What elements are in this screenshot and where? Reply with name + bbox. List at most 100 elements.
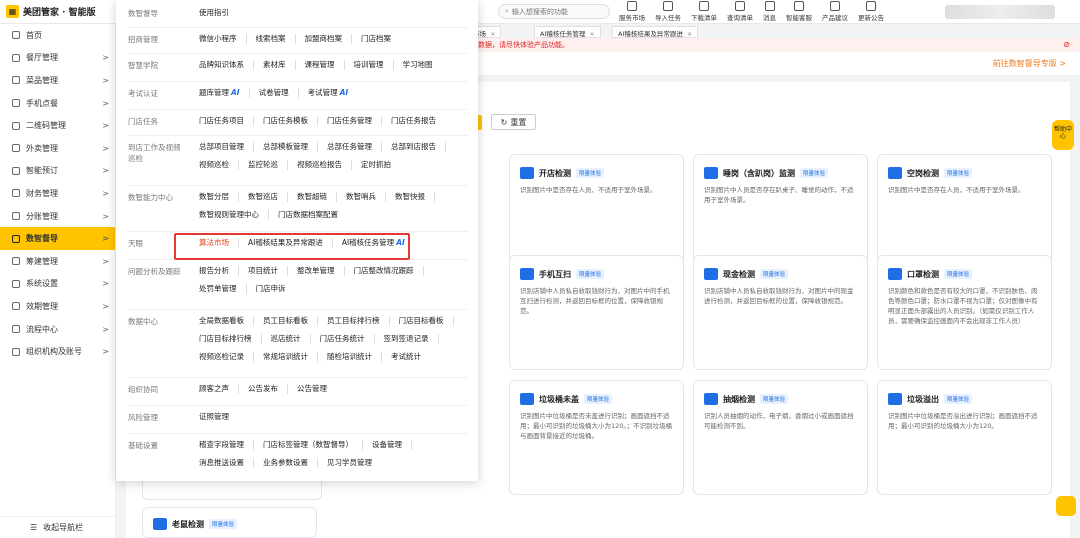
menu-link[interactable]: 门店目标排行榜 (190, 334, 262, 344)
menu-link[interactable]: 视频巡检记录 (190, 352, 254, 362)
menu-link[interactable]: 稽查字段管理 (190, 440, 254, 450)
sidebar-item[interactable]: 二维码管理 > (0, 114, 115, 137)
menu-link[interactable]: 学习地图 (394, 60, 442, 70)
reset-button[interactable]: ↻ 重置 (491, 114, 536, 130)
algorithm-card[interactable]: 空岗检测 限量体验 识别图片中是否存在人员，不适用于室外场景。 (877, 154, 1052, 269)
algorithm-card[interactable]: 口罩检测 限量体验 识别颜色和款色是否有较大的口罩，不识别肤色、肉色等颜色口罩；防水… (877, 255, 1052, 370)
menu-link[interactable]: 门店整改情况跟踪 (345, 266, 424, 276)
search-input[interactable] (511, 7, 602, 16)
menu-link[interactable]: 顾客之声 (190, 384, 239, 394)
menu-link[interactable]: 门店数据档案配置 (269, 210, 347, 220)
menu-link[interactable]: 数智快报 (386, 192, 435, 202)
sidebar-item[interactable]: 菜品管理 > (0, 69, 115, 92)
menu-link[interactable]: 素材库 (254, 60, 296, 70)
menu-link[interactable]: 试卷管理 (250, 88, 299, 98)
close-notice-icon[interactable]: ⊘ (1063, 40, 1070, 49)
menu-link[interactable]: 总部项目管理 (190, 142, 254, 152)
algorithm-card[interactable]: 现金检测 限量体验 识别店铺中人员私自收取钱财行为，对图片中的现金进行检测，并返回目… (693, 255, 868, 370)
menu-link[interactable]: 签到签退记录 (375, 334, 439, 344)
user-info-blurred[interactable] (945, 5, 1055, 19)
tab-ai-audit-task[interactable]: AI稽核任务管理 × (534, 26, 601, 38)
menu-link[interactable]: 定时抓拍 (352, 160, 400, 170)
menu-link[interactable]: 加盟商档案 (296, 34, 352, 44)
menu-link[interactable]: 报告分析 (190, 266, 239, 276)
algorithm-card[interactable]: 手机互扫 限量体验 识别店铺中人员私自收取钱财行为，对图片中的手机互扫进行检测，并返… (509, 255, 684, 370)
algorithm-card[interactable]: 抽烟检测 限量体验 识别人员抽烟的动作，电子烟，香烟过小或画面遮挡可能检测不到。 (693, 380, 868, 495)
tab-ai-audit-result[interactable]: AI稽核结果及异常跟进 × (612, 26, 699, 38)
sidebar-item[interactable]: 筹建管理 > (0, 250, 115, 273)
menu-link[interactable]: 业务参数设置 (254, 458, 318, 468)
sidebar-item[interactable]: 外卖管理 > (0, 137, 115, 160)
menu-link[interactable]: 数智哨兵 (337, 192, 386, 202)
sidebar-item[interactable]: 手机点餐 > (0, 92, 115, 115)
menu-link[interactable]: 微信小程序 (190, 34, 247, 44)
help-center-button[interactable]: 帮助中心 (1052, 120, 1074, 150)
search-box[interactable]: ⌕ (498, 4, 610, 19)
menu-link[interactable]: 品牌知识体系 (190, 60, 254, 70)
toolbar-headset-button[interactable]: 智能客服 (781, 1, 817, 22)
toolbar-import-button[interactable]: 导入任务 (650, 1, 686, 22)
sidebar-item[interactable]: 餐厅管理 > (0, 47, 115, 70)
menu-link[interactable]: 整改单管理 (288, 266, 345, 276)
menu-link[interactable]: 门店任务模板 (254, 116, 318, 126)
sidebar-item[interactable]: 首页 (0, 24, 115, 47)
toolbar-store-button[interactable]: 服务市场 (614, 1, 650, 22)
close-icon[interactable]: × (589, 30, 594, 38)
toolbar-bell-button[interactable]: 消息 (758, 1, 781, 22)
menu-link[interactable]: 培训管理 (345, 60, 394, 70)
menu-link[interactable]: 门店任务报告 (382, 116, 445, 126)
sidebar-item[interactable]: 智能预订 > (0, 160, 115, 183)
toolbar-feedback-button[interactable]: 产品建议 (817, 1, 853, 22)
sidebar-item[interactable]: 财务管理 > (0, 182, 115, 205)
menu-link[interactable]: 总部到店报告 (382, 142, 446, 152)
menu-link[interactable]: 视频巡检 (190, 160, 239, 170)
toolbar-download-button[interactable]: 下载清单 (686, 1, 722, 22)
menu-link[interactable]: 数智分层 (190, 192, 239, 202)
sidebar-item[interactable]: 数智督导 > (0, 227, 115, 250)
menu-link[interactable]: 公告管理 (288, 384, 336, 394)
menu-link[interactable]: 门店任务统计 (311, 334, 375, 344)
menu-link[interactable]: 门店申诉 (247, 284, 295, 294)
menu-link[interactable]: 门店档案 (352, 34, 400, 44)
menu-link[interactable]: 全局数据看板 (190, 316, 254, 326)
menu-link[interactable]: 处罚单管理 (190, 284, 247, 294)
app-brand[interactable]: ▦ 美团管家 · 智能版 (6, 5, 96, 18)
close-icon[interactable]: × (687, 30, 692, 38)
menu-link[interactable]: 巡店统计 (262, 334, 311, 344)
menu-link[interactable]: 常规培训统计 (254, 352, 318, 362)
menu-link[interactable]: 视频巡检报告 (288, 160, 352, 170)
menu-link[interactable]: 考试统计 (382, 352, 430, 362)
menu-link[interactable]: 线索档案 (247, 34, 296, 44)
sidebar-item[interactable]: 系统设置 > (0, 273, 115, 296)
menu-link[interactable]: 公告发布 (239, 384, 288, 394)
menu-link[interactable]: 设备管理 (363, 440, 412, 450)
menu-link[interactable]: 门店目标看板 (390, 316, 454, 326)
card-rodent-detection[interactable]: 老鼠检测 限量体验 (142, 507, 317, 538)
menu-link[interactable]: 门店任务管理 (318, 116, 382, 126)
menu-link[interactable]: 使用指引 (190, 8, 238, 18)
toolbar-announcement-button[interactable]: 更新公告 (853, 1, 889, 22)
close-icon[interactable]: × (490, 30, 495, 38)
algorithm-card[interactable]: 开店检测 限量体验 识别图片中是否存在人员、不适用于室外场景。 (509, 154, 684, 269)
menu-link[interactable]: 门店标签管理（数智督导） (254, 440, 363, 450)
goto-supervision-link[interactable]: 前往数智督导专版 > (993, 58, 1066, 69)
sidebar-item[interactable]: 分账管理 > (0, 205, 115, 228)
menu-link[interactable]: 门店任务项目 (190, 116, 254, 126)
menu-link[interactable]: 总部任务管理 (318, 142, 382, 152)
menu-link[interactable]: 总部模板管理 (254, 142, 318, 152)
menu-link[interactable]: 员工目标排行榜 (318, 316, 390, 326)
toolbar-list-button[interactable]: 查询清单 (722, 1, 758, 22)
menu-link[interactable]: 数智巡店 (239, 192, 288, 202)
menu-link[interactable]: 数智超链 (288, 192, 337, 202)
sidebar-item[interactable]: 效期管理 > (0, 295, 115, 318)
menu-link[interactable]: 项目统计 (239, 266, 288, 276)
algorithm-card[interactable]: 睡岗（含趴岗）监测 限量体验 识别图片中人员是否存在趴桌子、睡觉的动作，不适用于室外… (693, 154, 868, 269)
menu-link[interactable]: 员工目标看板 (254, 316, 318, 326)
menu-link[interactable]: 题库管理 AI (190, 88, 250, 98)
menu-link[interactable]: 数智规则管理中心 (190, 210, 269, 220)
algorithm-card[interactable]: 垃圾桶未盖 限量体验 识别图片中垃圾桶是否未盖进行识别；画面遮挡不适用；最小可识别的… (509, 380, 684, 495)
menu-link[interactable]: 见习学员管理 (318, 458, 381, 468)
chat-icon[interactable] (1056, 496, 1076, 516)
algorithm-card[interactable]: 垃圾溢出 限量体验 识别图片中垃圾桶是否溢出进行识别；画面遮挡不适用；最小可识别的垃… (877, 380, 1052, 495)
menu-link[interactable]: 课程管理 (296, 60, 345, 70)
